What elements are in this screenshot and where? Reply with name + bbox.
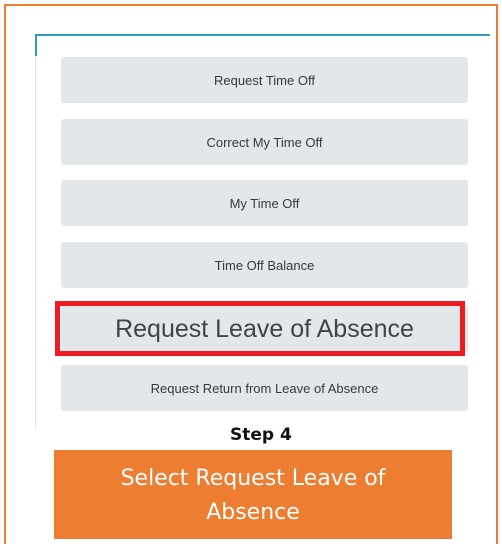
correct-my-time-off-button[interactable]: Correct My Time Off <box>61 119 468 165</box>
time-off-balance-button[interactable]: Time Off Balance <box>61 242 468 288</box>
request-time-off-button[interactable]: Request Time Off <box>61 57 468 103</box>
step-label: Step 4 <box>230 425 292 445</box>
panel-accent-bar <box>35 34 490 36</box>
request-return-from-leave-button[interactable]: Request Return from Leave of Absence <box>61 365 468 411</box>
panel-accent-corner <box>35 34 37 56</box>
instruction-callout: Select Request Leave of Absence <box>54 450 452 539</box>
panel-divider <box>35 56 36 428</box>
highlight-box <box>55 301 465 356</box>
my-time-off-button[interactable]: My Time Off <box>61 180 468 226</box>
